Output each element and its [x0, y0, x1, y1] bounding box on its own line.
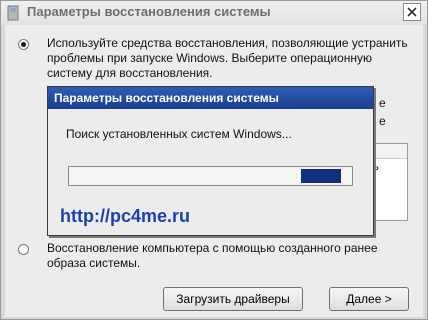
progress-marquee-block [301, 169, 341, 183]
option-image-label: Восстановление компьютера с помощью созд… [47, 241, 378, 270]
dialog-message: Поиск установленных систем Windows... [66, 127, 292, 141]
watermark-text: http://pc4me.ru [60, 206, 191, 226]
background-text-fragment: е [379, 96, 386, 110]
window-title: Параметры восстановления системы [27, 4, 271, 19]
close-button[interactable] [403, 3, 421, 21]
dialog-title: Параметры восстановления системы [54, 91, 279, 105]
background-text-fragment: е [379, 114, 386, 128]
dialog-titlebar: Параметры восстановления системы [48, 87, 373, 109]
next-button[interactable]: Далее > [329, 287, 409, 311]
close-icon [407, 7, 417, 17]
recovery-app-icon [7, 5, 19, 21]
os-list-item-fragment: ь [373, 161, 385, 173]
option-image-radio[interactable] [18, 244, 29, 255]
option-tools-radio[interactable] [18, 39, 29, 50]
load-drivers-button[interactable]: Загрузить драйверы [163, 287, 303, 311]
option-tools-label: Используйте средства восстановления, поз… [47, 36, 408, 80]
window-titlebar: Параметры восстановления системы [1, 1, 427, 25]
search-progress-bar [68, 166, 353, 186]
